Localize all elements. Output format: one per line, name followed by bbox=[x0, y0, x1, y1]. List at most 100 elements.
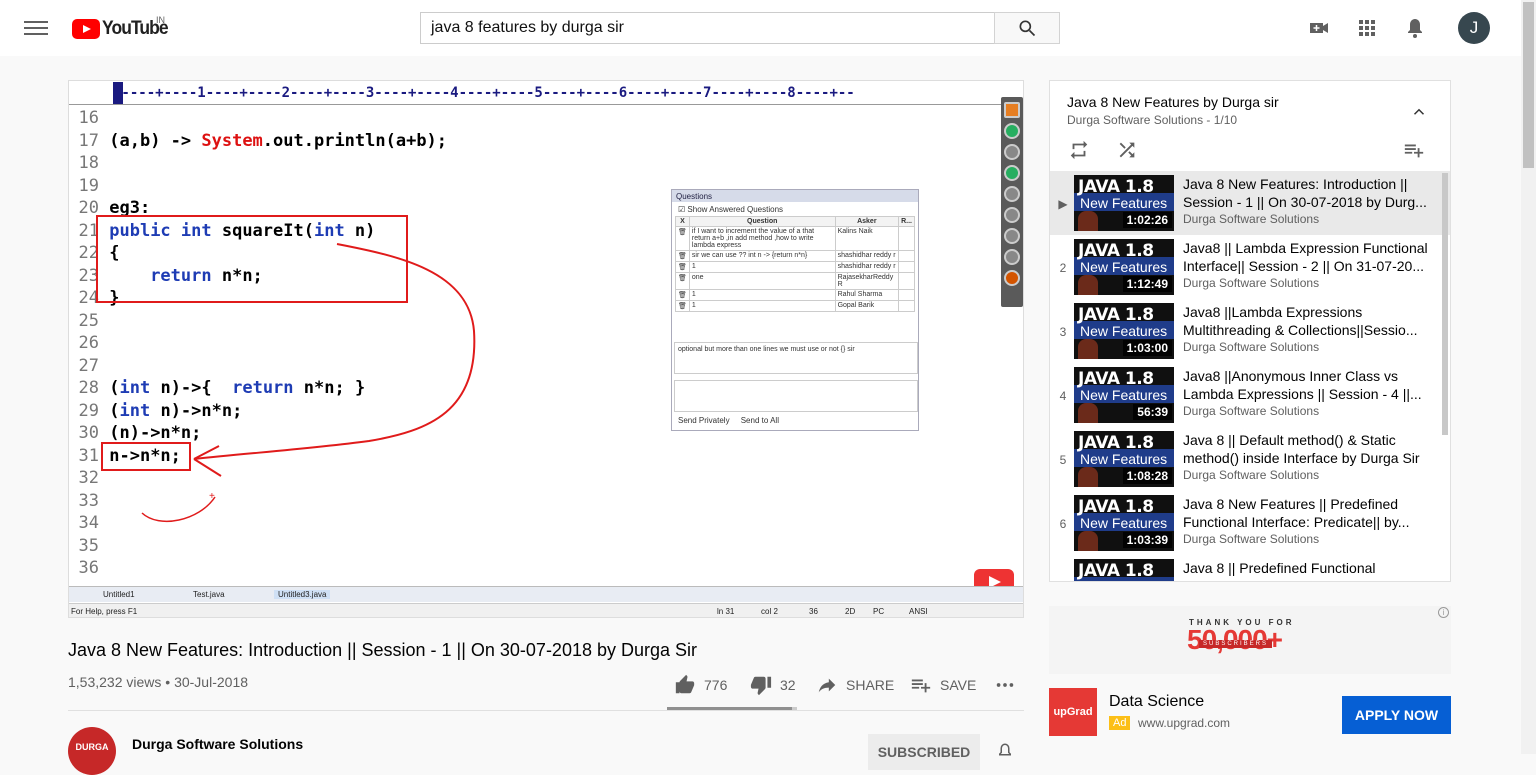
playlist-video-title[interactable]: Java8 || Lambda Expression Functional In… bbox=[1183, 239, 1435, 275]
question-text: sir we can use ?? int n -> {return n*n} bbox=[688, 250, 836, 262]
questions-column-header[interactable]: Asker bbox=[834, 216, 900, 227]
playlist-video-channel[interactable]: Durga Software Solutions bbox=[1183, 404, 1319, 418]
toolbar-pen-icon[interactable] bbox=[1004, 249, 1020, 265]
delete-question-icon[interactable]: 🗑 bbox=[675, 226, 690, 251]
collapse-chevron-icon[interactable] bbox=[1410, 103, 1428, 121]
menu-icon[interactable] bbox=[24, 18, 48, 38]
playlist-item[interactable]: 5 JAVA 1.8 New Features 1:08:28 Java 8 || De… bbox=[1050, 427, 1450, 491]
playlist-item[interactable]: ▶ JAVA 1.8 New Features 1:02:26 Java 8 New F… bbox=[1050, 171, 1450, 235]
delete-question-icon[interactable]: 🗑 bbox=[675, 289, 690, 301]
playlist-video-title[interactable]: Java 8 || Predefined Functional Interfac… bbox=[1183, 559, 1435, 581]
send-to-all-button[interactable]: Send to All bbox=[741, 416, 779, 425]
toolbar-record-icon[interactable] bbox=[1004, 207, 1020, 223]
video-thumbnail[interactable]: JAVA 1.8 New Features 1:03:00 bbox=[1074, 303, 1174, 359]
playlist-item[interactable]: 2 JAVA 1.8 New Features 1:12:49 Java8 || Lam… bbox=[1050, 235, 1450, 299]
video-thumbnail[interactable]: JAVA 1.8 New Features 56:39 bbox=[1074, 367, 1174, 423]
save-playlist-icon[interactable] bbox=[1403, 139, 1425, 161]
more-actions-button[interactable] bbox=[994, 674, 1024, 696]
delete-question-icon[interactable]: 🗑 bbox=[675, 300, 690, 312]
video-player[interactable]: -----+----1----+----2----+----3----+----… bbox=[68, 80, 1024, 618]
question-reply bbox=[898, 250, 915, 262]
ad-url[interactable]: www.upgrad.com bbox=[1138, 716, 1230, 730]
playlist-items: ▶ JAVA 1.8 New Features 1:02:26 Java 8 New F… bbox=[1050, 171, 1450, 581]
search-button[interactable] bbox=[994, 12, 1060, 44]
toolbar-pause-icon[interactable] bbox=[1004, 186, 1020, 202]
search-input[interactable]: java 8 features by durga sir bbox=[420, 12, 995, 44]
editor-tabs: Untitled1 Test.java Untitled3.java bbox=[69, 586, 1023, 602]
playlist-video-title[interactable]: Java8 ||Anonymous Inner Class vs Lambda … bbox=[1183, 367, 1435, 403]
page-scrollbar[interactable] bbox=[1521, 0, 1536, 754]
video-thumbnail[interactable]: JAVA 1.8 New Features 1:03:39 bbox=[1074, 495, 1174, 551]
ad-info-icon[interactable]: i bbox=[1438, 607, 1449, 618]
playlist-item[interactable]: 4 JAVA 1.8 New Features 56:39 Java8 ||Anonym… bbox=[1050, 363, 1450, 427]
video-thumbnail[interactable]: JAVA 1.8New Features bbox=[1074, 559, 1174, 581]
playlist-item[interactable]: 3 JAVA 1.8 New Features 1:03:00 Java8 ||Lamb… bbox=[1050, 299, 1450, 363]
video-thumbnail[interactable]: JAVA 1.8 New Features 1:02:26 bbox=[1074, 175, 1174, 231]
playlist-video-title[interactable]: Java 8 New Features || Predefined Functi… bbox=[1183, 495, 1435, 531]
playlist-scrollbar[interactable] bbox=[1442, 173, 1448, 435]
loop-icon[interactable] bbox=[1068, 139, 1090, 161]
dislike-button[interactable]: 32 bbox=[750, 674, 796, 696]
video-thumbnail[interactable]: JAVA 1.8 New Features 1:12:49 bbox=[1074, 239, 1174, 295]
questions-panel[interactable]: Questions ☑ Show Answered Questions X Que… bbox=[671, 189, 919, 431]
toolbar-arrow-icon[interactable] bbox=[1004, 102, 1020, 118]
question-detail-text: optional but more than one lines we must… bbox=[674, 342, 918, 374]
advertiser-logo[interactable]: upGrad bbox=[1049, 688, 1097, 736]
playlist-video-title[interactable]: Java 8 New Features: Introduction || Ses… bbox=[1183, 175, 1435, 211]
account-avatar[interactable]: J bbox=[1458, 12, 1490, 44]
channel-avatar[interactable]: DURGA bbox=[68, 727, 116, 775]
apps-grid-icon[interactable] bbox=[1355, 16, 1379, 40]
question-row[interactable]: 🗑 sir we can use ?? int n -> {return n*n}… bbox=[675, 250, 915, 262]
playlist-video-title[interactable]: Java8 ||Lambda Expressions Multithreadin… bbox=[1183, 303, 1435, 339]
status-ansi: ANSI bbox=[909, 607, 928, 616]
question-row[interactable]: 🗑 one RajasekharReddy R bbox=[675, 272, 915, 290]
toolbar-camera-icon[interactable] bbox=[1004, 144, 1020, 160]
playlist-subtitle[interactable]: Durga Software Solutions - 1/10 bbox=[1067, 113, 1237, 127]
notifications-bell-icon[interactable] bbox=[1403, 16, 1427, 40]
youtube-logo[interactable]: YouTube IN bbox=[72, 15, 173, 40]
toolbar-hand-icon[interactable] bbox=[1004, 270, 1020, 286]
like-button[interactable]: 776 bbox=[674, 674, 727, 696]
playlist-title[interactable]: Java 8 New Features by Durga sir bbox=[1067, 94, 1279, 110]
toolbar-stop-icon[interactable] bbox=[1004, 228, 1020, 244]
toolbar-screen-icon[interactable] bbox=[1004, 165, 1020, 181]
playlist-video-channel[interactable]: Durga Software Solutions bbox=[1183, 212, 1319, 226]
playlist-video-channel[interactable]: Durga Software Solutions bbox=[1183, 276, 1319, 290]
presenter-toolbar[interactable] bbox=[1001, 97, 1023, 307]
save-button[interactable]: SAVE bbox=[910, 674, 976, 696]
delete-question-icon[interactable]: 🗑 bbox=[675, 261, 690, 273]
subscribe-button[interactable]: SUBSCRIBED bbox=[868, 734, 980, 770]
questions-table[interactable]: X Question Asker R... 🗑 if I want to increme… bbox=[675, 216, 915, 312]
playlist-video-title[interactable]: Java 8 || Default method() & Static meth… bbox=[1183, 431, 1435, 467]
apply-now-button[interactable]: APPLY NOW bbox=[1342, 696, 1451, 734]
playlist-item[interactable]: JAVA 1.8New Features Java 8 || Predefined… bbox=[1050, 555, 1450, 581]
playlist-video-channel[interactable]: Durga Software Solutions bbox=[1183, 340, 1319, 354]
channel-name[interactable]: Durga Software Solutions bbox=[132, 736, 303, 752]
questions-column-header[interactable]: X bbox=[675, 216, 690, 227]
delete-question-icon[interactable]: 🗑 bbox=[675, 250, 690, 262]
questions-column-header[interactable]: Question bbox=[688, 216, 836, 227]
video-thumbnail[interactable]: JAVA 1.8 New Features 1:08:28 bbox=[1074, 431, 1174, 487]
playlist-video-channel[interactable]: Durga Software Solutions bbox=[1183, 468, 1319, 482]
create-video-icon[interactable] bbox=[1307, 16, 1331, 40]
question-row[interactable]: 🗑 1 shashidhar reddy r bbox=[675, 261, 915, 273]
share-button[interactable]: SHARE bbox=[816, 674, 894, 696]
send-privately-button[interactable]: Send Privately bbox=[678, 416, 730, 425]
page-scrollbar-thumb[interactable] bbox=[1523, 2, 1534, 168]
question-row[interactable]: 🗑 1 Gopal Barik bbox=[675, 300, 915, 312]
shuffle-icon[interactable] bbox=[1116, 139, 1138, 161]
questions-column-header[interactable]: R... bbox=[898, 216, 915, 227]
question-row[interactable]: 🗑 if I want to increment the value of a t… bbox=[675, 226, 915, 251]
banner-subscribers: SUBSCRIBERS bbox=[1199, 640, 1273, 648]
answer-input[interactable] bbox=[674, 380, 918, 412]
playlist-video-channel[interactable]: Durga Software Solutions bbox=[1183, 532, 1319, 546]
thumbnail-presenter bbox=[1078, 211, 1098, 231]
delete-question-icon[interactable]: 🗑 bbox=[675, 272, 690, 290]
toolbar-mic-icon[interactable] bbox=[1004, 123, 1020, 139]
channel-bell-icon[interactable] bbox=[996, 742, 1014, 760]
show-answered-checkbox[interactable]: ☑ Show Answered Questions bbox=[672, 202, 918, 216]
playlist-item[interactable]: 6 JAVA 1.8 New Features 1:03:39 Java 8 New F… bbox=[1050, 491, 1450, 555]
ad-title[interactable]: Data Science bbox=[1109, 693, 1204, 711]
channel-banner-ad[interactable]: THANK YOU FOR 50,000+ SUBSCRIBERS bbox=[1049, 606, 1451, 674]
question-row[interactable]: 🗑 1 Rahul Sharma bbox=[675, 289, 915, 301]
